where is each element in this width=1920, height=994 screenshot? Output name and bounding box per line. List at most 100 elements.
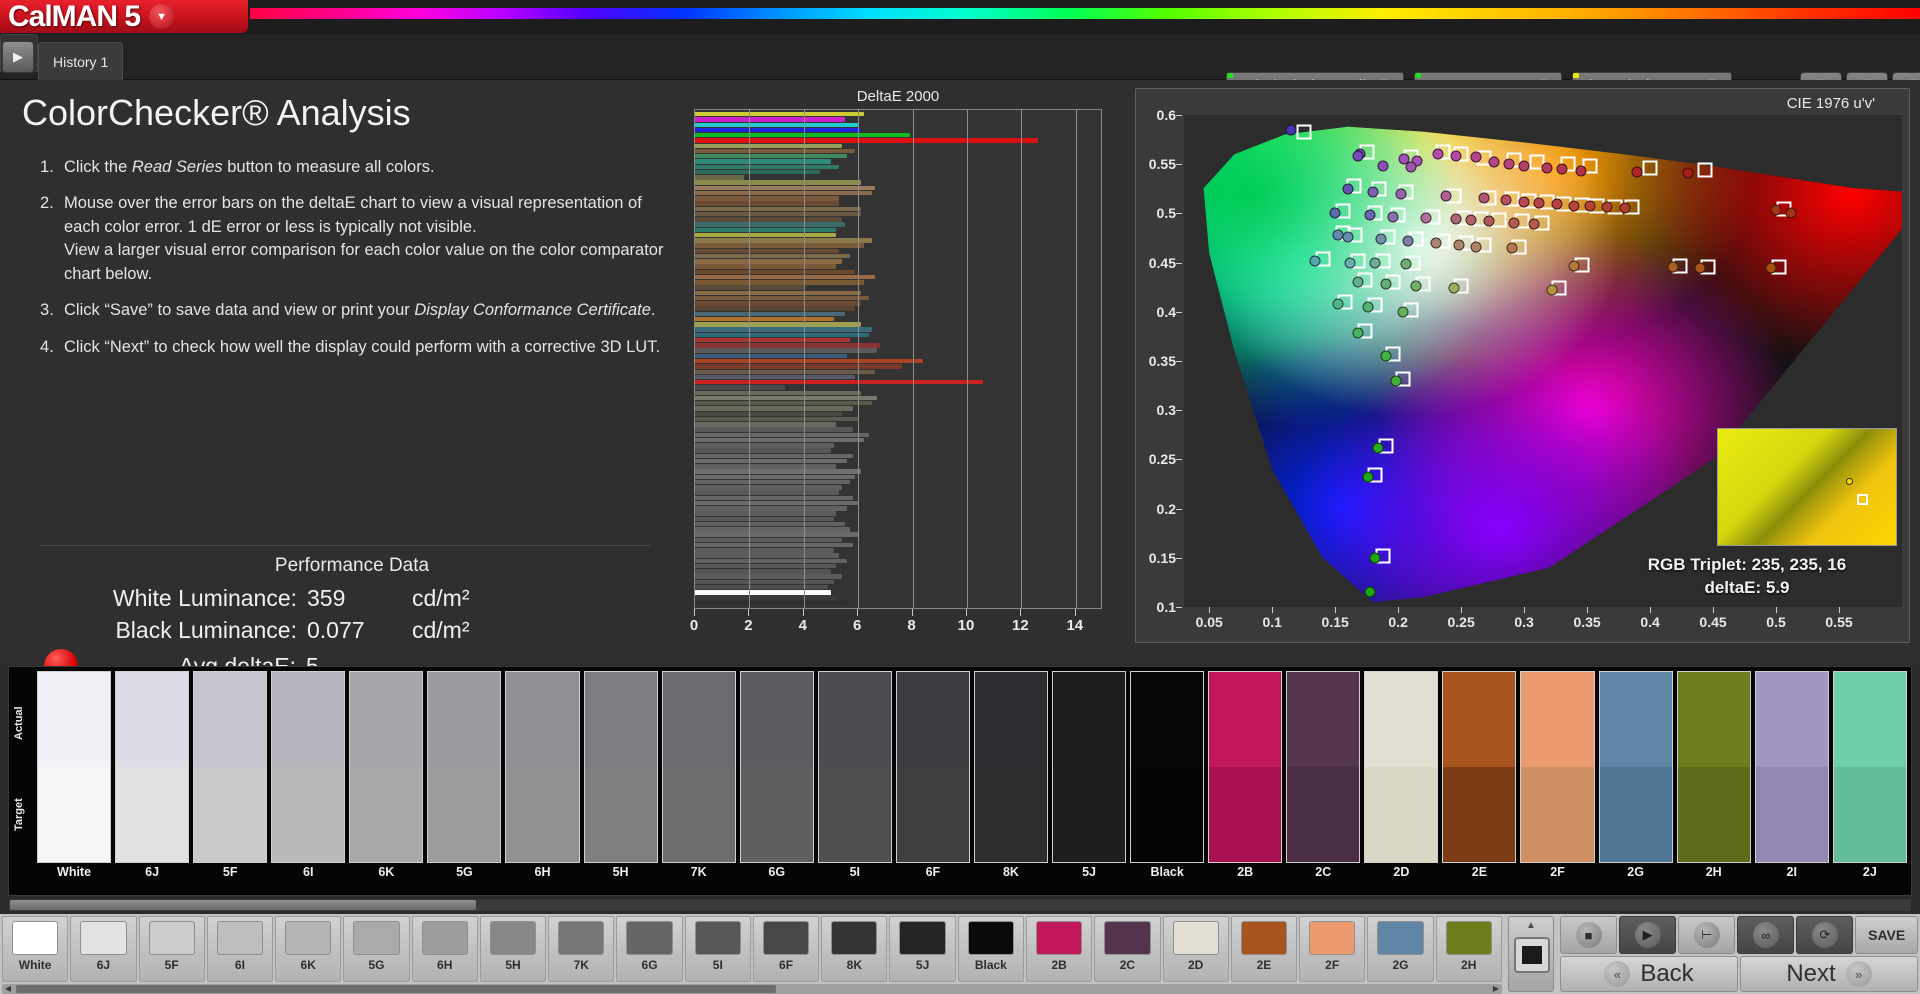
patch-strip-item[interactable]: 5H: [479, 916, 547, 982]
deltae-bar[interactable]: [695, 485, 842, 490]
cie-measured-marker[interactable]: [1364, 209, 1376, 221]
patch-strip-item[interactable]: 6K: [275, 916, 342, 982]
cie-measured-marker[interactable]: [1488, 156, 1500, 168]
cie-measured-marker[interactable]: [1478, 192, 1490, 204]
deltae-bar[interactable]: [695, 469, 861, 474]
cie-measured-marker[interactable]: [1387, 211, 1399, 223]
patch-strip-item[interactable]: 2F: [1299, 916, 1366, 982]
deltae-bar[interactable]: [695, 117, 845, 122]
deltae-bar[interactable]: [695, 511, 837, 516]
cie-measured-marker[interactable]: [1518, 196, 1530, 208]
cie-measured-marker[interactable]: [1448, 282, 1460, 294]
deltae-bar[interactable]: [695, 211, 861, 217]
cie-measured-marker[interactable]: [1380, 350, 1392, 362]
cie-measured-marker[interactable]: [1785, 207, 1797, 219]
cie-measured-marker[interactable]: [1619, 202, 1631, 214]
cie-measured-marker[interactable]: [1380, 278, 1392, 290]
deltae-bar[interactable]: [695, 112, 864, 117]
deltae-bar[interactable]: [695, 448, 831, 453]
deltae-bar[interactable]: [695, 164, 840, 169]
cie-measured-marker[interactable]: [1506, 242, 1517, 254]
cie-measured-marker[interactable]: [1309, 255, 1321, 267]
comparator-swatch[interactable]: [1520, 671, 1595, 863]
patch-strip-item[interactable]: 6H: [411, 916, 478, 982]
cie-measured-marker[interactable]: [1352, 276, 1364, 288]
patch-strip-item[interactable]: 2E: [1230, 916, 1298, 982]
deltae-bar[interactable]: [695, 385, 785, 390]
deltae-bar[interactable]: [695, 527, 851, 532]
deltae-bar[interactable]: [695, 217, 842, 222]
deltae-bar[interactable]: [695, 148, 856, 154]
deltae-bar[interactable]: [695, 280, 864, 285]
cie-measured-marker[interactable]: [1465, 214, 1477, 226]
deltae-bar[interactable]: [695, 427, 853, 432]
patch-strip-item[interactable]: 2H: [1435, 916, 1502, 982]
deltae-bar[interactable]: [695, 196, 840, 201]
patch-strip[interactable]: White 6J 5F 6I 6K 5G 6H 5H 7K 6G 5I 6F 8K 5J Black 2B 2C…: [2, 916, 1502, 982]
cie-measured-marker[interactable]: [1470, 241, 1482, 253]
deltae-bar[interactable]: [695, 201, 840, 206]
comparator-swatch[interactable]: [1364, 671, 1439, 863]
cie-measured-marker[interactable]: [1682, 167, 1694, 179]
deltae-bar[interactable]: [695, 416, 859, 422]
comparator-swatch[interactable]: [1286, 671, 1361, 863]
stop-button[interactable]: ■: [1560, 916, 1618, 954]
cie-measured-marker[interactable]: [1390, 375, 1402, 387]
comparator-swatch[interactable]: [193, 671, 268, 863]
deltae-bar[interactable]: [695, 311, 845, 317]
cie-measured-marker[interactable]: [1369, 257, 1381, 269]
cie-measured-marker[interactable]: [1575, 165, 1587, 177]
deltae-bar[interactable]: [695, 122, 859, 127]
cie-measured-marker[interactable]: [1362, 471, 1374, 483]
deltae-bar[interactable]: [695, 558, 848, 564]
cie-measured-marker[interactable]: [1546, 284, 1558, 296]
deltae-bar[interactable]: [695, 222, 845, 227]
play-icon[interactable]: ▶: [2, 41, 34, 73]
patch-strip-thumb[interactable]: [16, 985, 776, 993]
patch-strip-item[interactable]: 5F: [138, 916, 205, 982]
deltae-bar[interactable]: [695, 516, 834, 522]
cie-measured-marker[interactable]: [1551, 198, 1563, 210]
patch-strip-item[interactable]: White: [2, 916, 69, 982]
cie-measured-marker[interactable]: [1470, 151, 1482, 163]
cie-measured-marker[interactable]: [1450, 150, 1462, 162]
cie-measured-marker[interactable]: [1329, 207, 1341, 219]
deltae-bar[interactable]: [695, 569, 831, 574]
comparator-swatch[interactable]: [271, 671, 346, 863]
deltae-bar[interactable]: [695, 264, 837, 269]
deltae-bar[interactable]: [695, 274, 875, 280]
patch-strip-item[interactable]: 5J: [889, 916, 956, 982]
deltae-bar[interactable]: [695, 337, 851, 343]
deltae-bar[interactable]: [695, 232, 837, 238]
deltae-bar[interactable]: [695, 563, 837, 569]
deltae-bar[interactable]: [695, 290, 861, 296]
comparator-swatch[interactable]: [1208, 671, 1283, 863]
back-button[interactable]: « Back: [1560, 956, 1738, 992]
deltae-bar[interactable]: [695, 537, 842, 543]
deltae-bar[interactable]: [695, 474, 856, 480]
cie-measured-marker[interactable]: [1362, 301, 1374, 313]
deltae-bar[interactable]: [695, 443, 834, 448]
deltae-bar[interactable]: [695, 332, 870, 338]
deltae-bar[interactable]: [695, 490, 840, 495]
deltae-bar[interactable]: [695, 259, 842, 264]
patch-strip-scrollbar[interactable]: [2, 984, 1502, 994]
patch-window-button[interactable]: ▲: [1508, 916, 1554, 992]
patch-strip-item[interactable]: 6G: [616, 916, 683, 982]
read-single-button[interactable]: ⊢: [1678, 916, 1736, 954]
deltae-bar[interactable]: [695, 495, 853, 501]
deltae-bar[interactable]: [695, 521, 845, 527]
cie-measured-marker[interactable]: [1344, 257, 1356, 269]
cie-measured-marker[interactable]: [1453, 239, 1465, 251]
deltae-bar[interactable]: [695, 364, 902, 369]
patch-strip-item[interactable]: 6I: [206, 916, 274, 982]
comparator-swatch[interactable]: [1598, 671, 1673, 863]
deltae-bar[interactable]: [695, 316, 834, 322]
deltae-bar[interactable]: [695, 353, 848, 359]
patch-strip-item[interactable]: 2G: [1367, 916, 1434, 982]
deltae-bar[interactable]: [695, 185, 875, 191]
cie-measured-marker[interactable]: [1364, 586, 1376, 598]
cie-measured-marker[interactable]: [1352, 150, 1364, 162]
cie-measured-marker[interactable]: [1377, 160, 1389, 172]
comparator-swatch[interactable]: [349, 671, 424, 863]
